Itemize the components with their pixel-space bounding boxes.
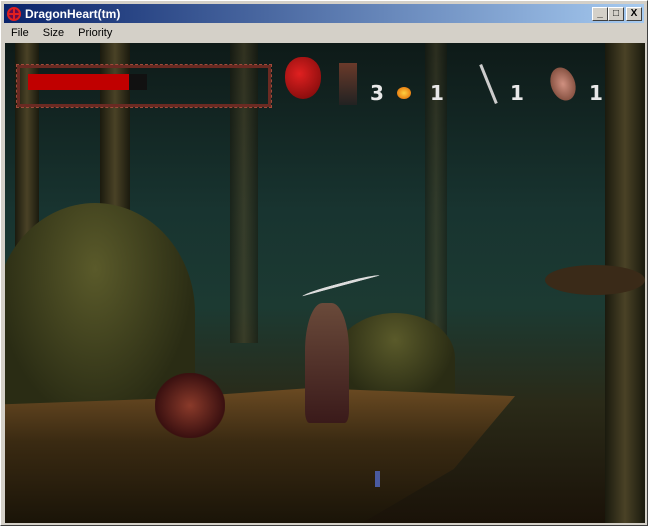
title-bar[interactable]: DragonHeart(tm) _ □ X <box>4 4 644 23</box>
app-icon[interactable] <box>7 6 21 21</box>
health-bar <box>28 74 147 90</box>
rock-ledge <box>5 388 515 523</box>
menu-bar: File Size Priority <box>4 24 119 42</box>
health-bar-fill <box>28 74 130 90</box>
fire-icon <box>397 87 411 99</box>
menu-priority[interactable]: Priority <box>71 27 119 39</box>
close-button[interactable]: X <box>626 6 642 21</box>
sword <box>301 272 381 300</box>
window: DragonHeart(tm) _ □ X File Size Priority… <box>0 0 648 526</box>
dagger-count: 1 <box>510 81 524 105</box>
lives-count: 3 <box>370 81 384 105</box>
shield-icon <box>545 63 581 105</box>
knight-lives-icon <box>339 63 357 105</box>
fire-count: 1 <box>430 81 444 105</box>
maximize-button[interactable]: □ <box>608 6 624 21</box>
enemy-warrior <box>155 373 225 438</box>
shield-count: 1 <box>589 81 603 105</box>
window-title: DragonHeart(tm) <box>25 6 121 21</box>
item-marker <box>375 471 380 487</box>
menu-size[interactable]: Size <box>36 27 71 39</box>
heart-icon <box>285 57 321 99</box>
mushroom-platform <box>545 265 645 295</box>
health-bar-frame <box>16 64 272 108</box>
game-viewport[interactable]: 3 1 1 1 <box>5 43 645 523</box>
player-knight <box>305 303 349 423</box>
foliage <box>335 313 455 403</box>
dagger-icon <box>479 63 498 105</box>
minimize-button[interactable]: _ <box>592 6 608 21</box>
menu-file[interactable]: File <box>4 27 36 39</box>
